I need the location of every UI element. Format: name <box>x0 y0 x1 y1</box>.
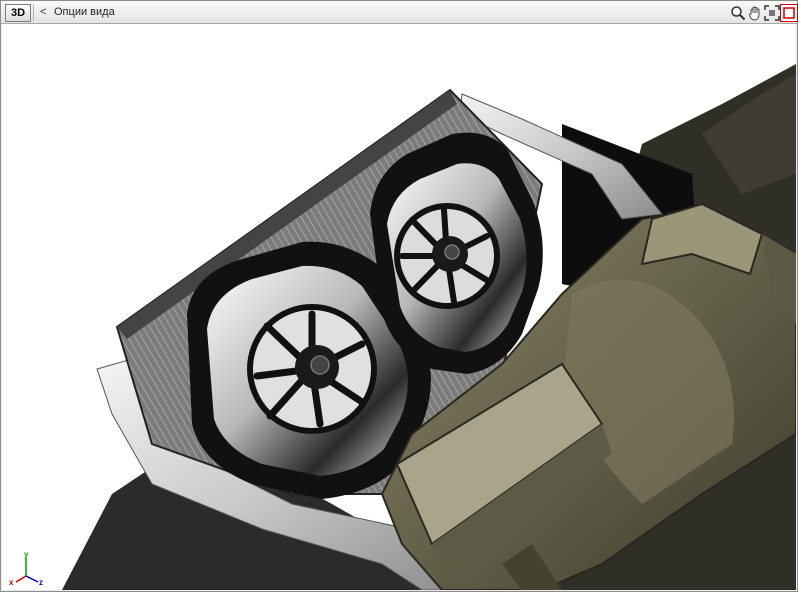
axis-orientation-gizmo: y x z <box>9 550 43 586</box>
zoom-magnifier-icon[interactable] <box>729 4 747 22</box>
view-options-menu[interactable]: Опции вида <box>54 5 115 19</box>
back-chevron-icon[interactable]: < <box>40 5 46 19</box>
3d-viewport[interactable]: y x z <box>2 24 796 590</box>
pan-hand-icon[interactable] <box>746 4 764 22</box>
axis-x-label: x <box>9 578 14 586</box>
3d-model-render <box>62 64 796 590</box>
view-3d-button[interactable]: 3D <box>5 4 31 22</box>
axis-z-label: z <box>39 578 43 586</box>
fit-view-icon[interactable] <box>763 4 781 22</box>
fan-right <box>370 132 543 374</box>
axis-y-label: y <box>24 550 29 559</box>
toolbar-separator <box>33 4 34 21</box>
selection-box-icon[interactable] <box>780 4 798 22</box>
viewer-toolbar: 3D < Опции вида <box>1 1 798 24</box>
